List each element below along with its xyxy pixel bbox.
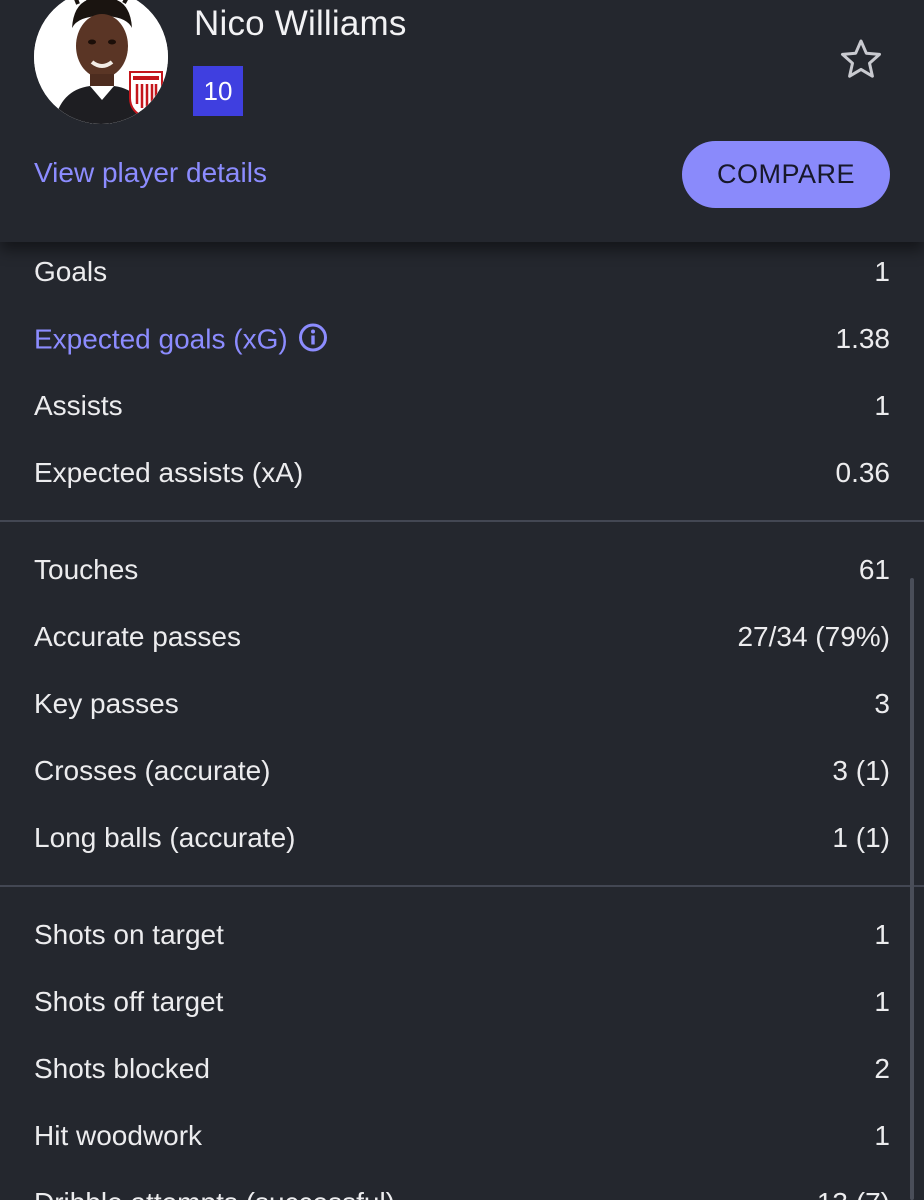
stat-value: 0.36 [835, 456, 891, 488]
player-avatar[interactable] [34, 0, 168, 124]
stat-label: Goals [34, 255, 108, 287]
stat-value: 61 [858, 553, 890, 585]
stat-value: 3 [874, 687, 890, 719]
stat-value: 1 [874, 389, 890, 421]
stat-value: 13 (7) [817, 1187, 890, 1200]
stat-row-key-passes: Key passes 3 [0, 670, 924, 737]
stat-row-shots-blocked: Shots blocked 2 [0, 1035, 924, 1102]
stat-row-dribble-attempts: Dribble attempts (successful) 13 (7) [0, 1169, 924, 1200]
player-name: Nico Williams [194, 4, 407, 43]
stat-label-text[interactable]: Expected goals (xG) [34, 323, 288, 354]
stat-label: Hit woodwork [34, 1119, 203, 1151]
stat-row-expected-goals[interactable]: Expected goals (xG) 1.38 [0, 305, 924, 372]
stat-label: Expected assists (xA) [34, 456, 304, 488]
stat-row-long-balls: Long balls (accurate) 1 (1) [0, 804, 924, 871]
shirt-number-badge: 10 [193, 66, 243, 116]
stat-value: 1 [874, 1119, 890, 1151]
club-badge-icon [129, 71, 163, 120]
stat-label: Key passes [34, 687, 179, 719]
stat-value: 2 [874, 1052, 890, 1084]
stat-label: Accurate passes [34, 620, 241, 652]
stat-row-expected-assists: Expected assists (xA) 0.36 [0, 439, 924, 506]
scrollbar[interactable] [910, 578, 914, 1200]
stats-section-passing: Touches 61 Accurate passes 27/34 (79%) K… [0, 536, 924, 871]
stat-row-shots-on-target: Shots on target 1 [0, 901, 924, 968]
stat-label: Touches [34, 553, 139, 585]
stat-value: 3 (1) [832, 754, 890, 786]
stat-row-accurate-passes: Accurate passes 27/34 (79%) [0, 603, 924, 670]
stat-row-assists: Assists 1 [0, 372, 924, 439]
stat-row-crosses: Crosses (accurate) 3 (1) [0, 737, 924, 804]
stat-value: 1 [874, 918, 890, 950]
stat-value: 1 (1) [832, 821, 890, 853]
view-player-details-link[interactable]: View player details [34, 157, 267, 189]
compare-button[interactable]: COMPARE [682, 141, 890, 208]
stat-row-touches: Touches 61 [0, 536, 924, 603]
stat-row-shots-off-target: Shots off target 1 [0, 968, 924, 1035]
stat-label: Long balls (accurate) [34, 821, 296, 853]
player-photo [34, 0, 168, 124]
stat-row-goals: Goals 1 [0, 238, 924, 305]
stat-label-link[interactable]: Expected goals (xG) [34, 322, 328, 355]
stat-label: Shots on target [34, 918, 224, 950]
stat-row-hit-woodwork: Hit woodwork 1 [0, 1102, 924, 1169]
stat-label: Dribble attempts (successful) [34, 1187, 395, 1200]
player-match-stats-page: Nico Williams 10 View player details COM… [0, 0, 924, 1200]
stats-section-shooting: Shots on target 1 Shots off target 1 Sho… [0, 901, 924, 1200]
stat-value: 27/34 (79%) [737, 620, 890, 652]
stats-list: Goals 1 Expected goals (xG) 1.38 Assists… [0, 242, 924, 1200]
info-icon[interactable] [298, 322, 328, 352]
stat-value: 1 [874, 985, 890, 1017]
stat-label: Shots blocked [34, 1052, 210, 1084]
stat-label: Shots off target [34, 985, 224, 1017]
stat-value: 1 [874, 255, 890, 287]
stat-label: Assists [34, 389, 123, 421]
player-header: Nico Williams 10 View player details COM… [0, 0, 924, 242]
favorite-star-icon[interactable] [838, 36, 884, 82]
stats-section-attack: Goals 1 Expected goals (xG) 1.38 Assists… [0, 238, 924, 506]
stat-label: Crosses (accurate) [34, 754, 271, 786]
stat-value: 1.38 [835, 322, 891, 354]
